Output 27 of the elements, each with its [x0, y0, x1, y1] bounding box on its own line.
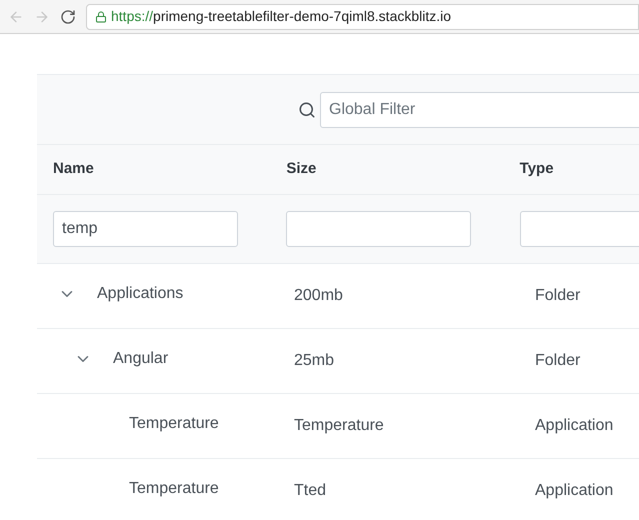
table-cell-text: Application	[535, 416, 614, 436]
table-row[interactable]: Temperature Tted Application	[37, 459, 639, 520]
column-header[interactable]: Type	[520, 158, 554, 181]
table-row[interactable]: Angular 25mb Folder	[37, 329, 639, 394]
lock-icon	[95, 10, 107, 22]
table-cell-text: Folder	[535, 351, 580, 371]
table-cell-text: Folder	[535, 286, 580, 306]
table-cell-text: 200mb	[294, 286, 343, 306]
table-cell-text: Applications	[97, 284, 184, 304]
table-row[interactable]: Temperature Temperature Application	[37, 394, 639, 459]
column-filter-field[interactable]	[286, 211, 472, 247]
table-row[interactable]: Applications 200mb Folder	[37, 264, 639, 329]
column-header[interactable]: Name	[53, 158, 94, 181]
table-cell-text: Temperature	[294, 416, 384, 436]
table-cell-text: Tted	[294, 481, 326, 501]
reload-button[interactable]	[60, 8, 76, 24]
table-cell-text: Angular	[113, 349, 168, 369]
column-header[interactable]: Size	[286, 158, 316, 181]
global-filter-field[interactable]: Global Filter	[320, 92, 639, 128]
column-filter-field[interactable]: temp	[53, 211, 238, 247]
table-cell-text: 25mb	[294, 351, 334, 371]
url-text: https://primeng-treetablefilter-demo-7qiml8.stackblitz.io	[111, 7, 452, 26]
search-icon	[298, 100, 316, 118]
table-cell-text: Application	[535, 481, 614, 501]
table-cell-text: Temperature	[129, 479, 219, 499]
address-bar[interactable]: https://primeng-treetablefilter-demo-7qiml8.stackblitz.io	[86, 4, 639, 30]
table-cell-text: Temperature	[129, 414, 219, 434]
